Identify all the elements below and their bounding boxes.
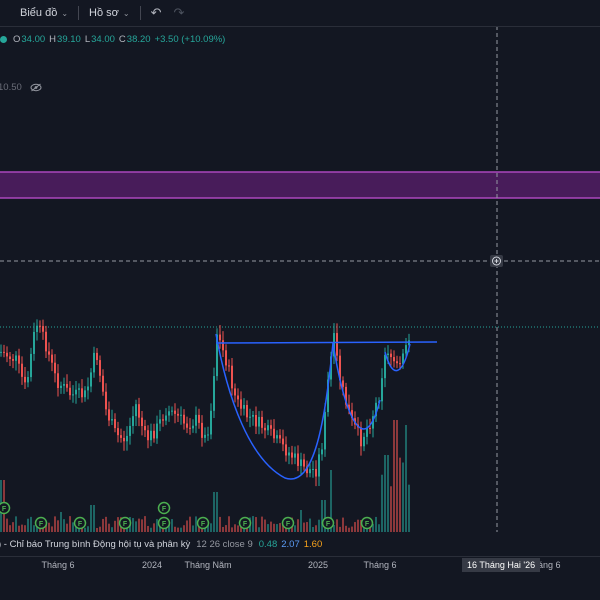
toolbar-divider [78,6,80,20]
indicator-params: 12 26 close 9 [196,538,253,550]
indicator-title: ) - Chỉ báo Trung bình Động hội tụ và ph… [0,538,191,550]
earnings-marker[interactable]: F [196,516,210,530]
time-label: 2024 [141,560,163,570]
svg-text:F: F [286,521,291,528]
high-value: 39.10 [57,34,81,45]
macd-value: 0.48 [258,538,278,550]
earnings-marker[interactable]: F [360,516,374,530]
chevron-down-icon: ⌄ [61,8,69,18]
volume-value: 10.50 [0,82,22,93]
market-status-dot [0,36,7,43]
chart-menu-label: Biểu đồ [20,7,58,19]
svg-text:F: F [243,521,248,528]
earnings-marker[interactable]: F [238,516,252,530]
earnings-marker[interactable]: F [321,516,335,530]
svg-text:F: F [39,521,44,528]
svg-text:F: F [123,521,128,528]
chevron-down-icon: ⌄ [122,8,130,18]
macd-indicator-legend[interactable]: ) - Chỉ báo Trung bình Động hội tụ và ph… [0,533,460,555]
volume-legend: 10.50 [0,82,42,93]
histogram-value: 1.60 [303,538,323,550]
top-toolbar: Biểu đồ ⌄ Hồ sơ ⌄ ↶ ↷ [0,0,600,27]
svg-text:F: F [365,521,370,528]
redo-icon[interactable]: ↷ [167,5,190,21]
svg-text:F: F [162,521,167,528]
low-value: 34.00 [91,34,115,45]
toolbar-divider [139,6,141,20]
open-value: 34.00 [21,34,46,45]
earnings-marker[interactable]: F [157,501,171,515]
change-value: +3.50 (+10.09%) [154,34,226,45]
crosshair-date-label: 16 Tháng Hai '26 [462,558,541,572]
open-key: O [13,34,21,45]
time-label: 2025 [307,560,329,570]
earnings-marker[interactable]: F [34,516,48,530]
earnings-marker[interactable]: F [0,501,11,515]
neckline-trendline[interactable] [215,341,438,344]
svg-text:F: F [201,521,206,528]
time-label: Tháng 6 [363,560,397,570]
eye-hidden-icon[interactable] [30,83,42,92]
time-axis[interactable]: Tháng 6 2024 Tháng Năm 2025 Tháng 6 Thán… [0,556,600,575]
crosshair-add-button[interactable] [490,255,503,267]
bottom-spacer [0,575,600,600]
close-value: 38.20 [126,34,151,45]
svg-text:F: F [162,506,167,513]
earnings-marker[interactable]: F [157,516,171,530]
resistance-zone[interactable] [0,172,600,198]
price-chart[interactable]: F F F F F F F F F F F [0,0,600,532]
signal-value: 2.07 [281,538,300,550]
undo-icon[interactable]: ↶ [145,5,168,21]
time-label: Tháng Năm [184,560,232,570]
svg-text:F: F [78,521,83,528]
svg-text:F: F [2,506,7,513]
time-label: Tháng 6 [41,560,75,570]
profile-menu-label: Hồ sơ [89,7,119,19]
high-key: H [49,34,57,45]
profile-menu-button[interactable]: Hồ sơ ⌄ [83,7,136,19]
earnings-marker[interactable]: F [281,516,295,530]
low-key: L [84,34,91,45]
ohlc-legend: O 34.00 H 39.10 L 34.00 C 38.20 +3.50 (+10.0… [0,34,229,45]
chart-menu-button[interactable]: Biểu đồ ⌄ [14,7,74,19]
svg-text:F: F [326,521,331,528]
earnings-marker[interactable]: F [118,516,132,530]
close-key: C [118,34,126,45]
earnings-marker[interactable]: F [73,516,87,530]
